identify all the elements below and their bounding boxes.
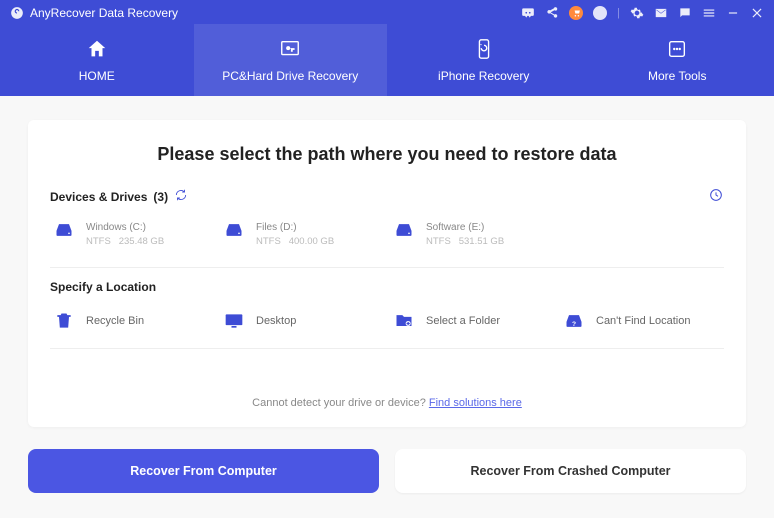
settings-icon[interactable] — [630, 6, 644, 20]
devices-section-head: Devices & Drives (3) — [50, 187, 724, 206]
phone-refresh-icon — [473, 38, 495, 63]
recycle-bin-icon — [52, 310, 76, 332]
devices-label: Devices & Drives — [50, 190, 147, 204]
hdd-icon — [222, 220, 246, 245]
location-cant-find[interactable]: ? Can't Find Location — [560, 304, 720, 338]
discord-icon[interactable] — [521, 6, 535, 20]
home-icon — [86, 38, 108, 63]
hdd-icon — [392, 220, 416, 245]
location-label: Recycle Bin — [86, 315, 144, 327]
history-icon[interactable] — [708, 187, 724, 206]
nav-pc-recovery[interactable]: PC&Hard Drive Recovery — [194, 24, 388, 96]
recover-from-computer-button[interactable]: Recover From Computer — [28, 449, 379, 493]
location-label: Can't Find Location — [596, 315, 690, 327]
share-icon[interactable] — [545, 6, 559, 20]
nav-label: iPhone Recovery — [438, 69, 529, 83]
nav-iphone-recovery[interactable]: iPhone Recovery — [387, 24, 581, 96]
desktop-icon — [222, 310, 246, 332]
divider — [50, 267, 724, 268]
tools-icon — [666, 38, 688, 63]
location-recycle-bin[interactable]: Recycle Bin — [50, 304, 210, 338]
cart-icon[interactable] — [569, 6, 583, 20]
bottom-actions: Recover From Computer Recover From Crash… — [0, 441, 774, 507]
location-desktop[interactable]: Desktop — [220, 304, 380, 338]
nav-label: PC&Hard Drive Recovery — [222, 69, 358, 83]
nav-label: HOME — [79, 69, 115, 83]
recover-from-crashed-button[interactable]: Recover From Crashed Computer — [395, 449, 746, 493]
nav-more-tools[interactable]: More Tools — [581, 24, 774, 96]
nav-label: More Tools — [648, 69, 706, 83]
app-title: AnyRecover Data Recovery — [30, 6, 178, 20]
drive-name: Windows (C:) — [86, 220, 164, 235]
refresh-icon[interactable] — [174, 188, 188, 205]
drive-name: Files (D:) — [256, 220, 334, 235]
menu-icon[interactable] — [702, 6, 716, 20]
drive-d[interactable]: Files (D:) NTFS 400.00 GB — [220, 216, 380, 253]
app-logo-icon — [10, 6, 24, 20]
titlebar: AnyRecover Data Recovery | — [0, 0, 774, 24]
devices-count: (3) — [153, 190, 168, 204]
drive-name: Software (E:) — [426, 220, 504, 235]
separator: | — [617, 7, 620, 19]
hdd-icon — [52, 220, 76, 245]
main-nav: HOME PC&Hard Drive Recovery iPhone Recov… — [0, 24, 774, 96]
location-select-folder[interactable]: Select a Folder — [390, 304, 550, 338]
minimize-icon[interactable] — [726, 6, 740, 20]
folder-icon — [392, 310, 416, 332]
drive-e[interactable]: Software (E:) NTFS 531.51 GB — [390, 216, 550, 253]
location-section-head: Specify a Location — [50, 280, 724, 294]
page-title: Please select the path where you need to… — [50, 144, 724, 165]
avatar-icon[interactable] — [593, 6, 607, 20]
main-card: Please select the path where you need to… — [28, 120, 746, 427]
locations-list: Recycle Bin Desktop Select a Folder ? Ca… — [50, 304, 724, 338]
close-icon[interactable] — [750, 6, 764, 20]
find-solutions-link[interactable]: Find solutions here — [429, 397, 522, 409]
key-icon — [279, 38, 301, 63]
feedback-icon[interactable] — [678, 6, 692, 20]
drives-list: Windows (C:) NTFS 235.48 GB Files (D:) N… — [50, 216, 724, 253]
detect-help: Cannot detect your drive or device? Find… — [50, 397, 724, 409]
mail-icon[interactable] — [654, 6, 668, 20]
location-label: Desktop — [256, 315, 296, 327]
location-label: Select a Folder — [426, 315, 500, 327]
drive-c[interactable]: Windows (C:) NTFS 235.48 GB — [50, 216, 210, 253]
specify-label: Specify a Location — [50, 280, 156, 294]
divider — [50, 348, 724, 349]
hdd-question-icon: ? — [562, 310, 586, 332]
svg-text:?: ? — [572, 321, 576, 328]
nav-home[interactable]: HOME — [0, 24, 194, 96]
